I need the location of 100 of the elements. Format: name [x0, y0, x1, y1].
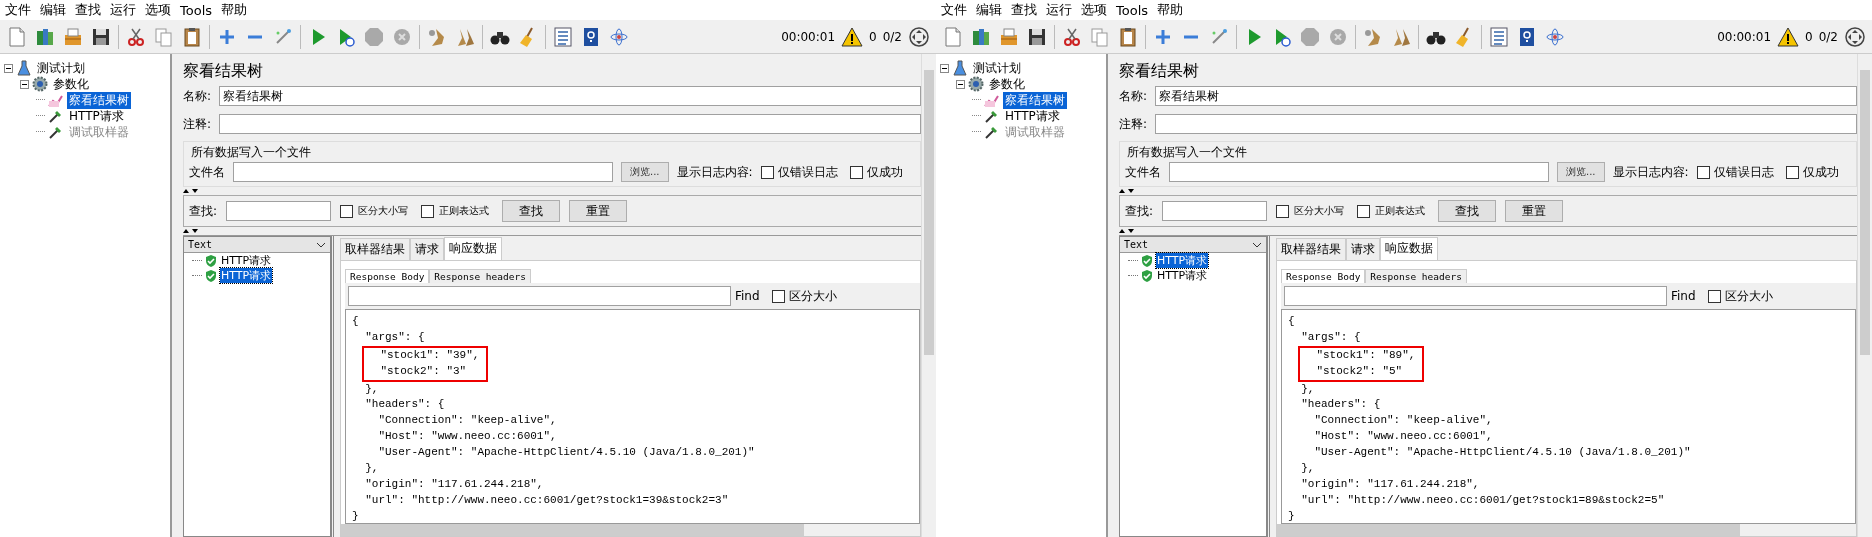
tab[interactable]: Response Body	[1281, 269, 1366, 283]
menu-item[interactable]: 运行	[110, 1, 136, 19]
menu-item[interactable]: 帮助	[221, 1, 248, 19]
checkbox[interactable]	[421, 204, 435, 218]
vertical-scrollbar[interactable]	[1857, 54, 1872, 537]
pipette-icon	[48, 108, 64, 124]
stop-sign-icon[interactable]	[363, 25, 385, 48]
shield-check-icon	[204, 253, 218, 268]
stop-sign-icon[interactable]	[1299, 25, 1321, 48]
name-field[interactable]: 察看结果树	[219, 86, 921, 106]
name-field[interactable]: 察看结果树	[1155, 86, 1857, 106]
basket-icon[interactable]	[62, 25, 84, 48]
collapse-icon[interactable]	[956, 79, 965, 89]
arrows-circle-icon[interactable]	[908, 25, 930, 48]
document-icon[interactable]	[942, 25, 964, 48]
menu-item[interactable]: 编辑	[40, 1, 66, 19]
checkbox[interactable]	[1696, 165, 1710, 179]
warning-icon[interactable]	[1777, 25, 1800, 48]
collapse-icon[interactable]	[20, 79, 29, 89]
clipboard-icon[interactable]	[1117, 25, 1139, 48]
menu-item[interactable]: 文件	[941, 1, 967, 19]
menu-item[interactable]: 查找	[1011, 1, 1037, 19]
checkbox[interactable]	[1707, 289, 1721, 303]
tab[interactable]: 响应数据	[1380, 237, 1438, 260]
tree-item[interactable]: HTTP请求	[67, 107, 126, 125]
menu-item[interactable]: 选项	[1081, 1, 1107, 19]
pipette-icon	[984, 124, 1000, 140]
arrows-circle-icon[interactable]	[1844, 25, 1866, 48]
filename-field[interactable]	[1169, 162, 1549, 182]
warning-icon[interactable]	[841, 25, 864, 48]
menu-item[interactable]: 编辑	[976, 1, 1002, 19]
filename-field[interactable]	[233, 162, 613, 182]
horizontal-scrollbar[interactable]	[1277, 524, 1856, 536]
checkbox[interactable]	[1357, 204, 1371, 218]
checkbox[interactable]	[1276, 204, 1290, 218]
menu-item[interactable]: Tools	[1116, 2, 1149, 18]
tab[interactable]: Response headers	[429, 269, 531, 283]
code-line: "url": "http://www.neeo.cc:6001/get?stock1=39&stock2=3"	[364, 492, 730, 508]
renderer-dropdown[interactable]: Text	[1120, 237, 1266, 253]
checkbox[interactable]	[1785, 165, 1799, 179]
menu-item[interactable]: Tools	[180, 2, 213, 18]
find-field[interactable]	[1284, 286, 1667, 306]
result-item[interactable]: HTTP请求	[220, 253, 273, 268]
search-button[interactable]: 重置	[569, 200, 628, 222]
tree-item[interactable]: 测试计划	[35, 59, 87, 77]
checkbox[interactable]	[340, 204, 354, 218]
tree-item[interactable]: 察看结果树	[67, 91, 131, 109]
search-button[interactable]: 查找	[502, 200, 561, 222]
search-field[interactable]	[1162, 201, 1268, 221]
field-label: 注释:	[1119, 115, 1148, 133]
result-item[interactable]: HTTP请求	[220, 268, 273, 283]
renderer-dropdown[interactable]: Text	[184, 237, 330, 253]
checkbox-label: 区分大小	[788, 287, 837, 305]
comment-field[interactable]	[1155, 114, 1857, 134]
menu-item[interactable]: 运行	[1046, 1, 1072, 19]
group-title: 所有数据写入一个文件	[190, 144, 312, 161]
find-field[interactable]	[348, 286, 731, 306]
tab[interactable]: Response Body	[345, 269, 430, 283]
basket-icon[interactable]	[998, 25, 1020, 48]
tab[interactable]: Response headers	[1365, 269, 1467, 283]
tree-item[interactable]: 参数化	[987, 75, 1027, 93]
list-icon[interactable]	[1488, 25, 1510, 48]
checkbox-label: 仅错误日志	[1713, 163, 1774, 181]
collapse-icon[interactable]	[940, 63, 949, 73]
checkbox[interactable]	[771, 289, 785, 303]
menu-item[interactable]: 选项	[145, 1, 171, 19]
code-line: }	[1288, 508, 1296, 523]
search-button[interactable]: 查找	[1438, 200, 1497, 222]
tab[interactable]: 取样器结果	[1276, 238, 1346, 260]
horizontal-scrollbar[interactable]	[341, 524, 920, 536]
copy-icon[interactable]	[153, 25, 175, 48]
tab[interactable]: 请求	[1346, 238, 1380, 260]
shield-check-icon	[204, 268, 218, 283]
tab[interactable]: 取样器结果	[340, 238, 410, 260]
tab[interactable]: 响应数据	[444, 237, 502, 260]
browse-button[interactable]: 浏览...	[1557, 162, 1605, 182]
checkbox[interactable]	[760, 165, 774, 179]
tab[interactable]: 请求	[410, 238, 444, 260]
copy-icon[interactable]	[1089, 25, 1111, 48]
tree-item[interactable]: 参数化	[51, 75, 91, 93]
browse-button[interactable]: 浏览...	[621, 162, 669, 182]
collapse-icon[interactable]	[4, 63, 13, 73]
code-line: },	[364, 381, 380, 397]
result-item[interactable]: HTTP请求	[1156, 253, 1209, 268]
menu-item[interactable]: 查找	[75, 1, 101, 19]
result-item[interactable]: HTTP请求	[1156, 268, 1209, 283]
tree-item[interactable]: 测试计划	[971, 59, 1023, 77]
clipboard-icon[interactable]	[181, 25, 203, 48]
menu-item[interactable]: 帮助	[1157, 1, 1184, 19]
checkbox[interactable]	[849, 165, 863, 179]
search-button[interactable]: 重置	[1505, 200, 1564, 222]
search-field[interactable]	[226, 201, 332, 221]
vertical-scrollbar[interactable]	[921, 54, 936, 537]
tree-item[interactable]: HTTP请求	[1003, 107, 1062, 125]
document-icon[interactable]	[6, 25, 28, 48]
comment-field[interactable]	[219, 114, 921, 134]
menu-item[interactable]: 文件	[5, 1, 31, 19]
list-icon[interactable]	[552, 25, 574, 48]
field-label: 文件名	[189, 163, 225, 181]
tree-item[interactable]: 察看结果树	[1003, 91, 1067, 109]
